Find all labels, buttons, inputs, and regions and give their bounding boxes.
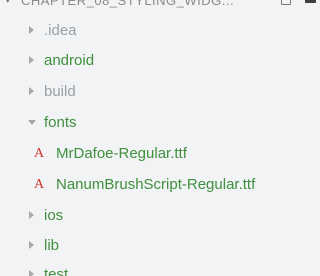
expand-arrow-icon[interactable]: [29, 87, 34, 95]
folder-label: ios: [44, 207, 64, 224]
folder-label: lib: [44, 237, 60, 254]
tree-item-android[interactable]: android: [0, 48, 320, 74]
tree-item-mrdafoe-font[interactable]: A MrDafoe-Regular.ttf: [0, 141, 320, 167]
file-label: MrDafoe-Regular.ttf: [56, 145, 187, 162]
project-title: CHAPTER_08_STYLING_WIDG...: [21, 0, 235, 8]
folder-label: fonts: [44, 114, 77, 131]
expand-arrow-icon[interactable]: [29, 241, 34, 249]
tree-item-nanum-font[interactable]: A NanumBrushScript-Regular.ttf: [0, 172, 320, 198]
expand-arrow-icon[interactable]: [29, 211, 34, 219]
folder-label: build: [44, 83, 76, 100]
folder-label: .idea: [44, 22, 77, 39]
collapse-caret-icon[interactable]: ▾: [5, 0, 11, 6]
expand-arrow-icon[interactable]: [29, 270, 34, 276]
folder-label: test: [44, 266, 69, 276]
font-file-icon: A: [34, 146, 45, 161]
font-file-icon: A: [34, 177, 45, 192]
tree-item-fonts[interactable]: fonts: [0, 110, 320, 136]
explorer-header[interactable]: ▾ CHAPTER_08_STYLING_WIDG...: [0, 0, 320, 10]
collapse-arrow-icon[interactable]: [28, 120, 36, 125]
new-file-icon[interactable]: [281, 0, 291, 5]
folder-label: android: [44, 52, 95, 69]
file-label: NanumBrushScript-Regular.ttf: [56, 176, 256, 193]
expand-arrow-icon[interactable]: [29, 56, 34, 64]
tree-item-build[interactable]: build: [0, 79, 320, 105]
tree-item-idea[interactable]: .idea: [0, 18, 320, 44]
expand-arrow-icon[interactable]: [29, 26, 34, 34]
tree-item-test[interactable]: test: [0, 262, 320, 276]
tree-item-ios[interactable]: ios: [0, 203, 320, 229]
tree-item-lib[interactable]: lib: [0, 233, 320, 259]
file-explorer: ▾ CHAPTER_08_STYLING_WIDG... .idea andro…: [0, 0, 320, 276]
new-folder-icon[interactable]: [305, 0, 316, 3]
